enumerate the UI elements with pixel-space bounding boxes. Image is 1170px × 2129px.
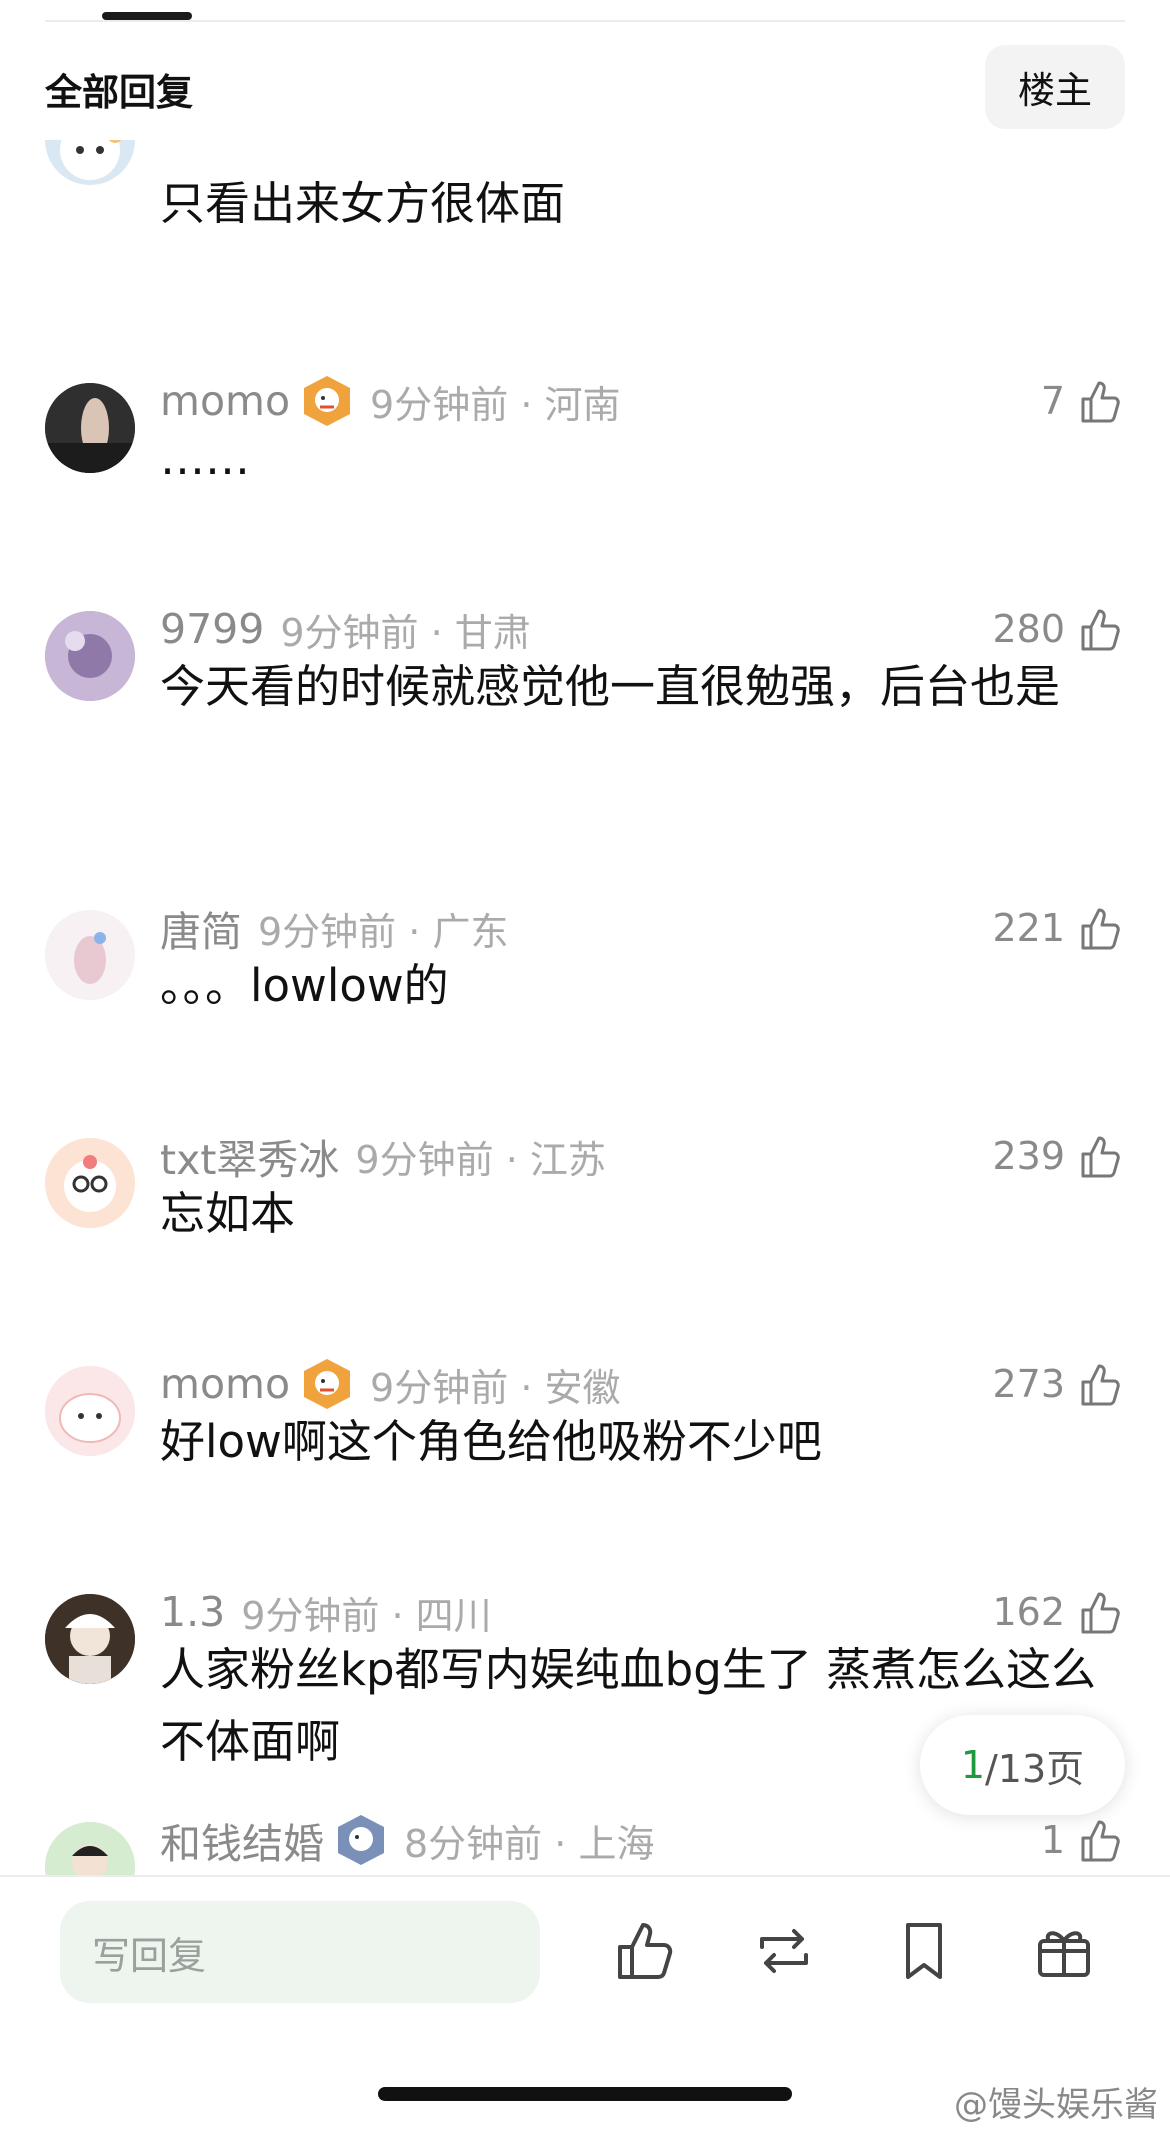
comment-text: 只看出来女方很体面 [160, 177, 566, 230]
page-title: 全部回复 [45, 71, 193, 114]
username[interactable]: 9799 [160, 605, 264, 653]
like-count: 162 [992, 1590, 1065, 1634]
comment-time: 9分钟前 · 河南 [370, 382, 621, 427]
like-control[interactable]: 239 [992, 1128, 1125, 1184]
avatar[interactable] [45, 611, 135, 701]
like-count: 221 [992, 906, 1065, 950]
like-control[interactable]: 280 [992, 601, 1125, 657]
like-control[interactable]: 221 [992, 900, 1125, 956]
avatar[interactable] [45, 1366, 135, 1456]
avatar[interactable] [45, 910, 135, 1000]
comment-text: 忘如本 [160, 1187, 296, 1240]
thumbs-up-icon[interactable] [1077, 1588, 1125, 1636]
username[interactable]: 1.3 [160, 1588, 225, 1636]
comment-text: 今天看的时候就感觉他一直很勉强，后台也是 [160, 660, 1061, 713]
username[interactable]: 和钱结婚 [160, 1810, 324, 1870]
reply-input[interactable]: 写回复 [60, 1901, 540, 2003]
comment-time: 9分钟前 · 甘肃 [280, 610, 531, 655]
fox-badge-icon [304, 376, 351, 426]
username[interactable]: momo [160, 1360, 290, 1408]
username[interactable]: momo [160, 377, 290, 425]
tab-indicator [102, 12, 192, 20]
comment-time: 9分钟前 · 广东 [258, 909, 509, 954]
thumbs-up-icon[interactable] [1077, 377, 1125, 425]
like-control[interactable]: 1 [1041, 1812, 1125, 1868]
comment-time: 8分钟前 · 上海 [404, 1821, 655, 1866]
avatar[interactable] [45, 383, 135, 473]
like-count: 280 [992, 607, 1065, 651]
thumbs-up-icon[interactable] [1077, 605, 1125, 653]
comment-text: 好low啊这个角色给他吸粉不少吧 [160, 1415, 822, 1468]
owner-only-button[interactable]: 楼主 [985, 45, 1125, 129]
like-count: 239 [992, 1134, 1065, 1178]
thumbs-up-icon[interactable] [1077, 904, 1125, 952]
thumbs-up-icon[interactable] [612, 1917, 680, 1985]
like-control[interactable]: 7 [1041, 373, 1125, 429]
avatar[interactable] [45, 1138, 135, 1228]
avatar[interactable] [45, 1822, 135, 1875]
comment-text: …… [160, 432, 250, 485]
comment-list[interactable]: 只看出来女方很体面 momo 9分钟前 · 河南 7 …… 9799 9分钟前 … [0, 140, 1170, 1875]
total-pages: /13页 [985, 1746, 1085, 1791]
top-divider [45, 20, 1125, 22]
comment-time: 9分钟前 · 四川 [241, 1593, 492, 1638]
username[interactable]: 唐简 [160, 898, 242, 958]
comment-time: 9分钟前 · 江苏 [355, 1137, 606, 1182]
like-control[interactable]: 273 [992, 1356, 1125, 1412]
avatar[interactable] [45, 1594, 135, 1684]
gift-icon[interactable] [1030, 1917, 1098, 1985]
page-indicator[interactable]: 1/13页 [920, 1715, 1125, 1815]
home-indicator [378, 2087, 792, 2101]
bottom-action-bar: 写回复 @馒头娱乐酱 [0, 1875, 1170, 2129]
like-count: 273 [992, 1362, 1065, 1406]
comment-text: 。。。lowlow的 [160, 959, 449, 1012]
repost-icon[interactable] [750, 1917, 818, 1985]
bookmark-icon[interactable] [890, 1917, 958, 1985]
fox-badge-icon [338, 1815, 384, 1865]
like-count: 7 [1040, 379, 1065, 423]
fox-badge-icon [304, 1359, 351, 1409]
like-control[interactable]: 162 [992, 1584, 1125, 1640]
thumbs-up-icon[interactable] [1077, 1360, 1125, 1408]
current-page: 1 [960, 1743, 985, 1787]
thumbs-up-icon[interactable] [1077, 1816, 1125, 1864]
like-count: 1 [1040, 1818, 1065, 1862]
watermark: @馒头娱乐酱 [954, 2085, 1158, 2125]
username[interactable]: txt翠秀冰 [160, 1126, 339, 1186]
thumbs-up-icon[interactable] [1077, 1132, 1125, 1180]
comment-time: 9分钟前 · 安徽 [370, 1365, 621, 1410]
avatar[interactable] [45, 140, 135, 185]
